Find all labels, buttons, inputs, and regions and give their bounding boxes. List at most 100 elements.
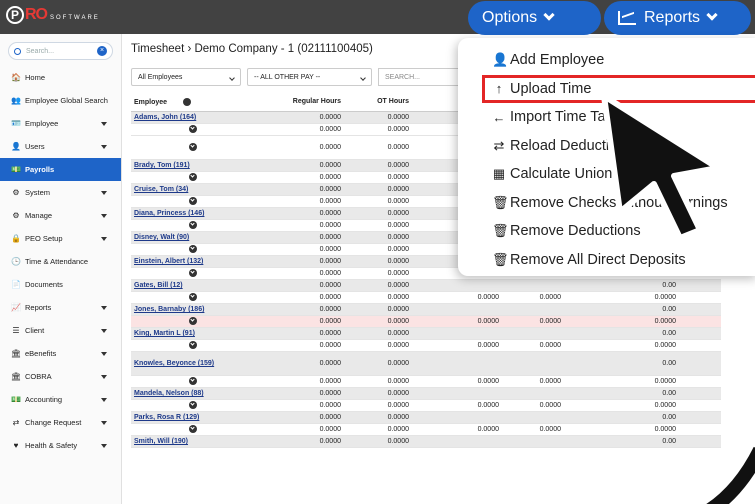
chevron-circle-icon[interactable] bbox=[189, 142, 197, 151]
sidebar-item-manage[interactable]: ⚙ Manage bbox=[0, 204, 121, 227]
sidebar-item-employee[interactable]: 🪪 Employee bbox=[0, 112, 121, 135]
sidebar-item-reports[interactable]: 📈 Reports bbox=[0, 296, 121, 319]
chevron-circle-icon[interactable] bbox=[189, 400, 197, 409]
employee-cell: Parks, Rosa R (129) bbox=[131, 414, 261, 421]
calculator-icon: ▦ bbox=[492, 166, 506, 182]
sidebar-item-client[interactable]: ☰ Client bbox=[0, 319, 121, 342]
chevron-circle-icon[interactable] bbox=[189, 340, 197, 349]
caret-down-icon bbox=[101, 145, 107, 149]
expand-cell bbox=[131, 292, 261, 303]
sidebar-item-health-safety[interactable]: ♥ Health & Safety bbox=[0, 434, 121, 457]
table-cell: 0.0000 bbox=[654, 342, 676, 349]
caret-down-icon bbox=[101, 444, 107, 448]
menu-item-remove-all-direct-deposits[interactable]: 🗑 Remove All Direct Deposits bbox=[458, 246, 755, 275]
table-cell: 0.0000 bbox=[477, 294, 499, 301]
table-cell: 0.0000 bbox=[539, 318, 561, 325]
sidebar: Search... × 🏠 Home 👥 Employee Global Search… bbox=[0, 34, 122, 504]
employee-link[interactable]: Jones, Barnaby (186) bbox=[134, 306, 204, 313]
employee-link[interactable]: Diana, Princess (146) bbox=[134, 210, 204, 217]
sidebar-item-label: Change Request bbox=[25, 418, 82, 427]
employee-filter-value: All Employees bbox=[138, 73, 183, 81]
table-cell: 0.0000 bbox=[387, 186, 409, 193]
menu-item-add-employee[interactable]: 👤 Add Employee bbox=[458, 46, 755, 75]
table-cell: 0.0000 bbox=[319, 270, 341, 277]
logo[interactable]: P RO SOFTWARE bbox=[6, 6, 100, 24]
table-cell: 0.0000 bbox=[387, 246, 409, 253]
list-icon: ☰ bbox=[12, 326, 20, 335]
table-row[interactable]: 0.0000 0.0000 0.0000 0.0000 0.0000 bbox=[131, 376, 721, 388]
table-row[interactable]: 0.0000 0.0000 0.0000 0.0000 0.0000 bbox=[131, 316, 721, 328]
table-row[interactable]: 0.0000 0.0000 0.0000 0.0000 0.0000 bbox=[131, 292, 721, 304]
sidebar-item-system[interactable]: ⚙ System bbox=[0, 181, 121, 204]
table-row[interactable]: Jones, Barnaby (186) 0.0000 0.0000 0.00 bbox=[131, 304, 721, 316]
expand-cell bbox=[131, 424, 261, 435]
table-cell: 0.0000 bbox=[387, 330, 409, 337]
chevron-circle-icon[interactable] bbox=[189, 196, 197, 205]
expand-all-icon[interactable] bbox=[183, 97, 192, 106]
sidebar-item-documents[interactable]: 📄 Documents bbox=[0, 273, 121, 296]
chevron-circle-icon[interactable] bbox=[189, 292, 197, 301]
table-row[interactable]: 0.0000 0.0000 0.0000 0.0000 0.0000 bbox=[131, 340, 721, 352]
table-cell: 0.0000 bbox=[319, 246, 341, 253]
employee-link[interactable]: Einstein, Albert (132) bbox=[134, 258, 203, 265]
sidebar-item-cobra[interactable]: 🏛 COBRA bbox=[0, 365, 121, 388]
chevron-circle-icon[interactable] bbox=[189, 376, 197, 385]
chevron-circle-icon[interactable] bbox=[189, 172, 197, 181]
sidebar-item-ebenefits[interactable]: 🏛 eBenefits bbox=[0, 342, 121, 365]
sidebar-item-accounting[interactable]: 💵 Accounting bbox=[0, 388, 121, 411]
sidebar-item-peo-setup[interactable]: 🔒 PEO Setup bbox=[0, 227, 121, 250]
chevron-circle-icon[interactable] bbox=[189, 424, 197, 433]
chevron-down-icon bbox=[229, 75, 235, 81]
table-cell: 0.0000 bbox=[319, 234, 341, 241]
table-row[interactable]: Gates, Bill (12) 0.0000 0.0000 0.00 bbox=[131, 280, 721, 292]
sidebar-item-time-attendance[interactable]: 🕒 Time & Attendance bbox=[0, 250, 121, 273]
sidebar-item-home[interactable]: 🏠 Home bbox=[0, 66, 121, 89]
table-row[interactable]: Smith, Will (190) 0.0000 0.0000 0.00 bbox=[131, 436, 721, 448]
employee-link[interactable]: King, Martin L (91) bbox=[134, 330, 195, 337]
table-cell: 0.0000 bbox=[387, 234, 409, 241]
employee-link[interactable]: Knowles, Beyonce (159) bbox=[134, 360, 214, 367]
clock-icon: 🕒 bbox=[11, 257, 21, 266]
options-button[interactable]: Options bbox=[468, 1, 601, 35]
chevron-circle-icon[interactable] bbox=[189, 244, 197, 253]
employee-filter-select[interactable]: All Employees bbox=[131, 68, 241, 86]
table-row[interactable]: Parks, Rosa R (129) 0.0000 0.0000 0.00 bbox=[131, 412, 721, 424]
employee-link[interactable]: Parks, Rosa R (129) bbox=[134, 414, 199, 421]
table-row[interactable]: Knowles, Beyonce (159) 0.0000 0.0000 0.00 bbox=[131, 352, 721, 376]
sidebar-item-change-request[interactable]: ⇄ Change Request bbox=[0, 411, 121, 434]
reports-button[interactable]: Reports bbox=[604, 1, 751, 35]
table-cell: 0.0000 bbox=[319, 282, 341, 289]
chevron-circle-icon[interactable] bbox=[189, 220, 197, 229]
employee-link[interactable]: Adams, John (164) bbox=[134, 114, 196, 121]
chevron-circle-icon[interactable] bbox=[189, 316, 197, 325]
table-search-placeholder: SEARCH... bbox=[385, 73, 421, 81]
table-row[interactable]: 0.0000 0.0000 0.0000 0.0000 0.0000 bbox=[131, 400, 721, 412]
col-ot-hours: OT Hours bbox=[377, 98, 409, 105]
col-employee[interactable]: Employee bbox=[131, 97, 261, 106]
employee-cell: King, Martin L (91) bbox=[131, 330, 261, 337]
chevron-circle-icon[interactable] bbox=[189, 268, 197, 277]
table-row[interactable]: King, Martin L (91) 0.0000 0.0000 0.00 bbox=[131, 328, 721, 340]
table-cell: 0.0000 bbox=[387, 318, 409, 325]
sidebar-item-payrolls[interactable]: 💵 Payrolls bbox=[0, 158, 121, 181]
chevron-circle-icon[interactable] bbox=[189, 124, 197, 133]
sidebar-search-input[interactable]: Search... × bbox=[8, 42, 113, 60]
sidebar-item-users[interactable]: 👤 Users bbox=[0, 135, 121, 158]
pay-filter-select[interactable]: -- ALL OTHER PAY -- bbox=[247, 68, 372, 86]
sidebar-item-label: PEO Setup bbox=[25, 234, 63, 243]
employee-cell: Gates, Bill (12) bbox=[131, 282, 261, 289]
employee-link[interactable]: Brady, Tom (191) bbox=[134, 162, 190, 169]
sidebar-item-employee-global-search[interactable]: 👥 Employee Global Search bbox=[0, 89, 121, 112]
clear-icon[interactable]: × bbox=[97, 46, 107, 56]
employee-link[interactable]: Disney, Walt (90) bbox=[134, 234, 189, 241]
employee-link[interactable]: Cruise, Tom (34) bbox=[134, 186, 188, 193]
sidebar-item-label: Time & Attendance bbox=[25, 257, 89, 266]
employee-link[interactable]: Smith, Will (190) bbox=[134, 438, 188, 445]
building-icon: 🏛 bbox=[10, 372, 22, 381]
sidebar-item-label: eBenefits bbox=[25, 349, 57, 358]
chevron-down-icon bbox=[360, 75, 366, 81]
table-row[interactable]: 0.0000 0.0000 0.0000 0.0000 0.0000 bbox=[131, 424, 721, 436]
table-row[interactable]: Mandela, Nelson (88) 0.0000 0.0000 0.00 bbox=[131, 388, 721, 400]
employee-link[interactable]: Gates, Bill (12) bbox=[134, 282, 183, 289]
employee-link[interactable]: Mandela, Nelson (88) bbox=[134, 390, 204, 397]
